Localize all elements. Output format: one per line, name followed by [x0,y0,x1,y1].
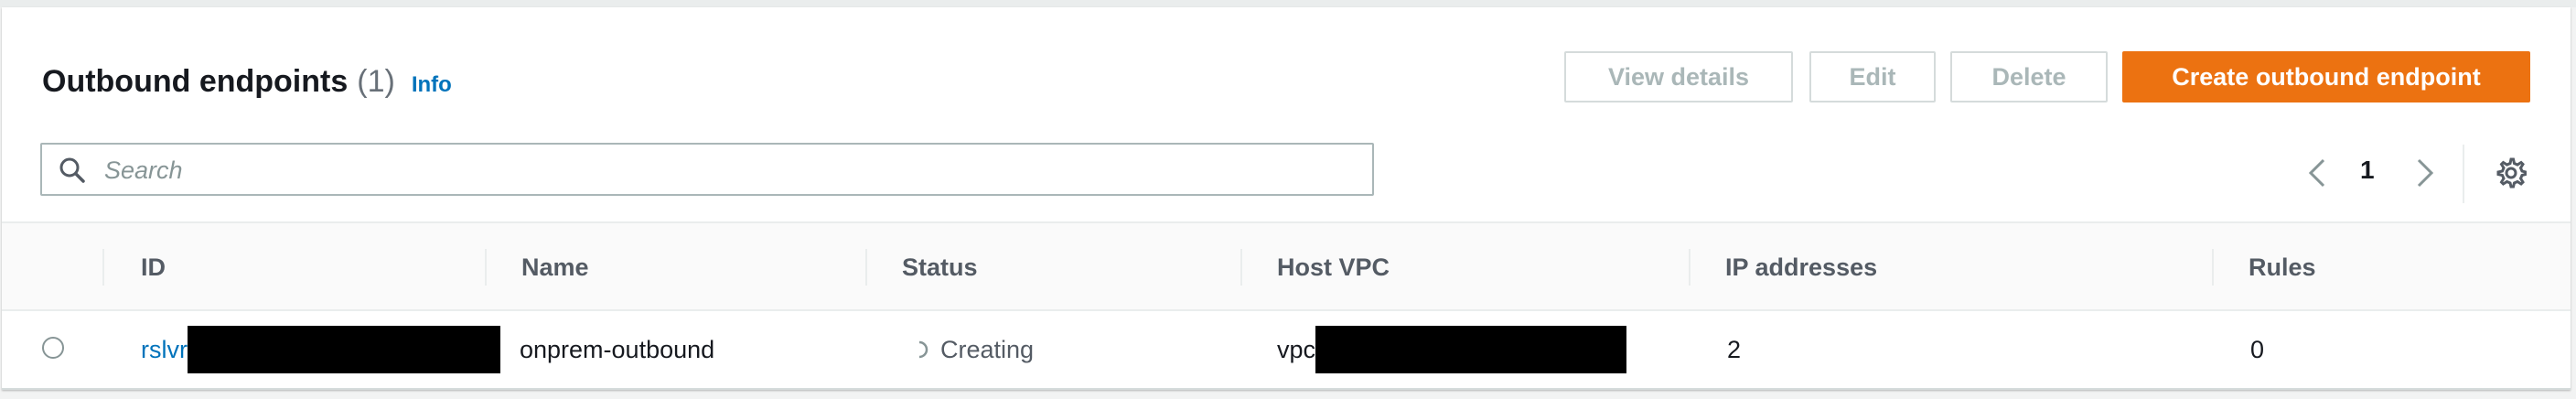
search-box[interactable] [40,143,1374,196]
endpoint-name-cell: onprem-outbound [520,335,715,363]
create-outbound-endpoint-button[interactable]: Create outbound endpoint [2122,51,2530,102]
column-header-status[interactable]: Status [902,223,978,311]
endpoint-count: (1) [357,64,395,99]
column-divider[interactable] [865,249,867,286]
pagination-divider [2463,145,2464,203]
endpoints-table: ID Name Status Host VPC IP addresses Rul… [2,221,2571,388]
column-divider[interactable] [1240,249,1242,286]
column-divider[interactable] [1689,249,1690,286]
column-header-name[interactable]: Name [521,223,589,311]
rules-cell: 0 [2250,335,2265,363]
panel-header: Outbound endpoints (1) Info View details… [2,7,2571,221]
endpoint-id-cell[interactable]: rslvr [141,311,500,388]
column-header-host-vpc[interactable]: Host VPC [1277,223,1390,311]
chevron-left-icon[interactable] [2305,157,2327,189]
endpoint-status-cell: Creating [909,311,1034,388]
ip-addresses-cell: 2 [1727,335,1742,363]
table-row[interactable]: rslvr onprem-outbound Creating vpc 2 0 [2,311,2571,388]
host-vpc-prefix: vpc [1277,335,1316,363]
status-text: Creating [940,335,1035,363]
chevron-right-icon[interactable] [2415,157,2437,189]
info-link[interactable]: Info [412,72,452,98]
column-divider[interactable] [102,249,104,286]
search-input[interactable] [102,152,1359,189]
column-header-id[interactable]: ID [141,223,166,311]
delete-button[interactable]: Delete [1950,51,2108,102]
view-details-button[interactable]: View details [1564,51,1793,102]
column-divider[interactable] [2212,249,2214,286]
column-header-ip-addresses[interactable]: IP addresses [1725,223,1877,311]
row-select-radio[interactable] [42,337,64,359]
gear-icon[interactable] [2496,157,2527,189]
redacted-vpc [1315,326,1627,373]
page-title: Outbound endpoints [42,64,349,99]
outbound-endpoints-panel: Outbound endpoints (1) Info View details… [2,7,2571,390]
endpoint-id-link[interactable]: rslvr [141,336,188,364]
search-icon [59,157,85,183]
current-page-number[interactable]: 1 [2360,156,2375,185]
title-group: Outbound endpoints (1) Info [42,64,452,100]
redacted-id [187,326,500,373]
column-header-rules[interactable]: Rules [2249,223,2316,311]
page-top-strip [0,0,2576,7]
table-header: ID Name Status Host VPC IP addresses Rul… [2,221,2571,311]
loading-spinner-icon [918,340,928,359]
column-divider[interactable] [485,249,487,286]
host-vpc-cell: vpc [1277,311,1627,388]
edit-button[interactable]: Edit [1809,51,1936,102]
